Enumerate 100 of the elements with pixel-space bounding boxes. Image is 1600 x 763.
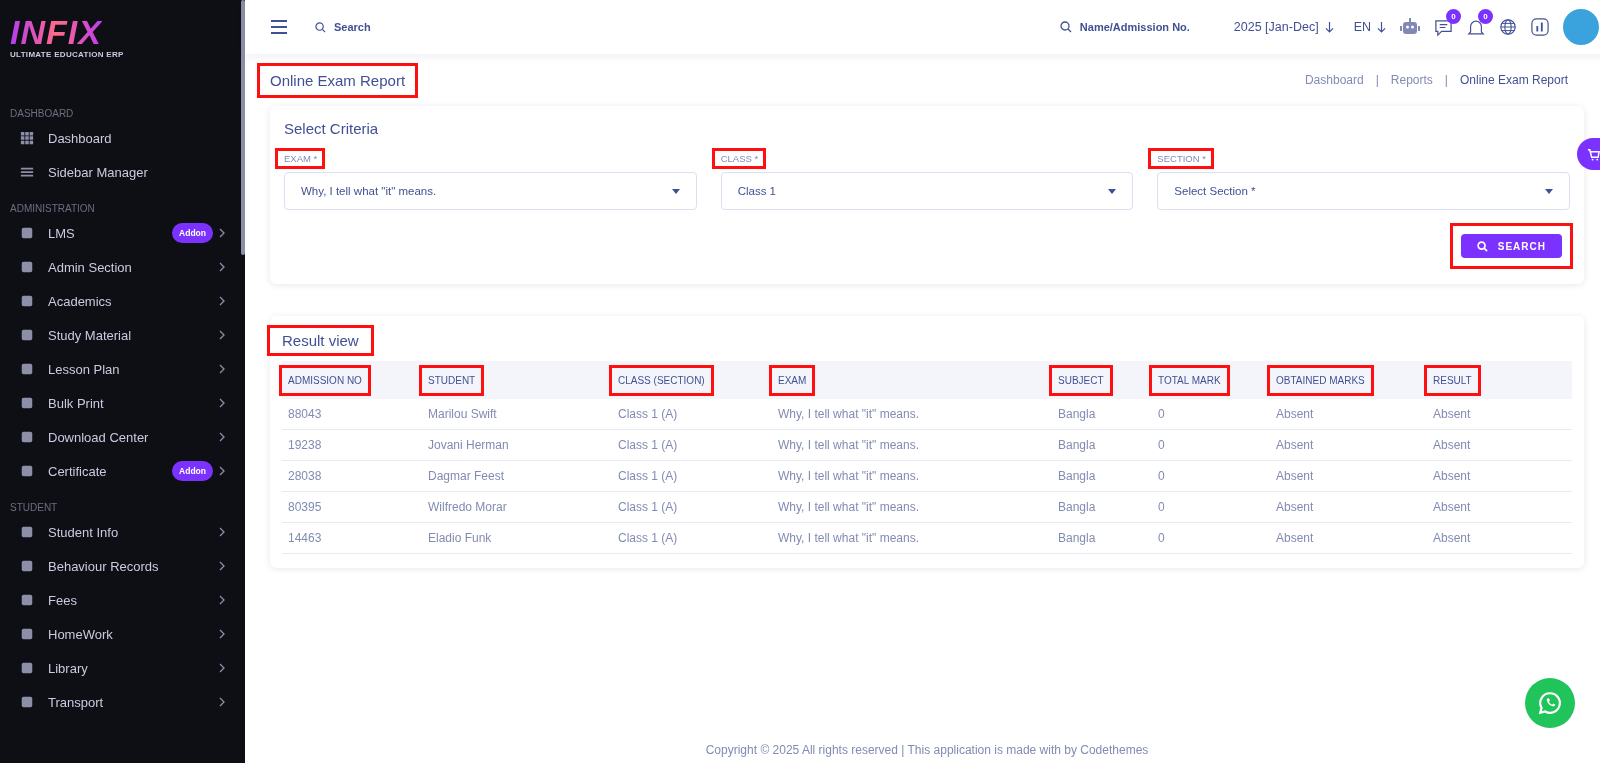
- section-heading: STUDENT: [9, 501, 59, 515]
- count-badge: 0: [1446, 8, 1461, 24]
- table-cell-text: Jovani Herman: [427, 438, 510, 452]
- breadcrumb-separator: |: [1375, 73, 1379, 87]
- table-cell-text: 28038: [287, 469, 323, 483]
- sidebar-item[interactable]: Study Material: [0, 318, 245, 352]
- table-cell-text: Absent: [1432, 438, 1472, 452]
- cart-icon: [1586, 147, 1600, 161]
- table-cell-text: Class 1 (A): [617, 500, 679, 514]
- table-cell-text: Absent: [1432, 500, 1472, 514]
- chevron-right-icon: [219, 697, 225, 707]
- search-button[interactable]: SEARCH: [1460, 234, 1562, 258]
- sidebar-item[interactable]: Lesson Plan: [0, 352, 245, 386]
- caret-icon: [671, 188, 680, 194]
- table-cell-text: Absent: [1275, 469, 1315, 483]
- table-cell-text: 80395: [287, 500, 323, 514]
- table-cell-text: Absent: [1432, 407, 1472, 421]
- sidebar-item[interactable]: Download Center: [0, 420, 245, 454]
- table-cell-text: Bangla: [1057, 500, 1097, 514]
- bar-chart-icon[interactable]: [1531, 18, 1549, 36]
- table-cell-text: Why, I tell what "it" means.: [777, 469, 920, 483]
- search-icon: [315, 21, 326, 33]
- field-label: EXAM *: [278, 151, 323, 166]
- section-heading: ADMINISTRATION: [9, 202, 96, 216]
- chevron-right-icon: [219, 561, 225, 571]
- addon-badge: Addon: [172, 461, 213, 481]
- table-cell-text: Class 1 (A): [617, 531, 679, 545]
- select-field[interactable]: Select Section *: [1157, 172, 1570, 210]
- field-label: CLASS *: [714, 151, 764, 166]
- student-search-field[interactable]: Name/Admission No.: [1077, 20, 1214, 34]
- grid-icon: [20, 131, 34, 145]
- column-header[interactable]: EXAM: [772, 367, 813, 393]
- table-cell-text: Bangla: [1057, 438, 1097, 452]
- table-cell-text: Eladio Funk: [427, 531, 493, 545]
- chevron-right-icon: [219, 262, 225, 272]
- menu-icon[interactable]: [271, 20, 287, 34]
- table-cell-text: Bangla: [1057, 531, 1097, 545]
- column-header[interactable]: OBTAINED MARKS: [1270, 367, 1371, 393]
- sidebar-item[interactable]: Admin Section: [0, 250, 245, 284]
- sidebar-item[interactable]: Academics: [0, 284, 245, 318]
- sidebar-item[interactable]: Transport: [0, 685, 245, 719]
- table-cell-text: Wilfredo Morar: [427, 500, 508, 514]
- table-cell-text: 0: [1157, 531, 1166, 545]
- select-field[interactable]: Class 1: [720, 172, 1134, 210]
- arrow-down-icon[interactable]: [1324, 21, 1334, 33]
- caret-icon: [1545, 188, 1553, 194]
- breadcrumb-link[interactable]: Dashboard: [1304, 73, 1364, 87]
- sidebar-item[interactable]: Certificate Addon: [0, 454, 245, 488]
- globe-icon[interactable]: [1499, 18, 1517, 36]
- sidebar-item[interactable]: LMS Addon: [0, 216, 245, 250]
- breadcrumb-link[interactable]: Online Exam Report: [1459, 73, 1568, 87]
- sidebar-item[interactable]: Student Info: [0, 515, 245, 549]
- addon-badge: Addon: [172, 223, 213, 243]
- chevron-right-icon: [219, 330, 225, 340]
- sidebar-item[interactable]: HomeWork: [0, 617, 245, 651]
- search-field[interactable]: Search: [332, 20, 396, 34]
- avatar[interactable]: [1563, 9, 1599, 45]
- chevron-right-icon: [219, 595, 225, 605]
- select-field[interactable]: Why, I tell what "it" means.: [284, 172, 697, 210]
- chevron-right-icon: [219, 398, 225, 408]
- table-cell-text: Bangla: [1057, 407, 1097, 421]
- table-cell-text: 19238: [287, 438, 323, 452]
- column-header[interactable]: ADMISSION NO: [282, 367, 368, 393]
- sidebar-item[interactable]: Library: [0, 651, 245, 685]
- column-header[interactable]: CLASS (SECTION): [612, 367, 711, 393]
- chevron-right-icon: [219, 364, 225, 374]
- column-header[interactable]: RESULT: [1427, 367, 1478, 393]
- language-dropdown[interactable]: EN: [1353, 20, 1371, 34]
- search-icon: [1476, 240, 1488, 252]
- table-cell-text: 0: [1157, 500, 1166, 514]
- sidebar-item[interactable]: Dashboard: [0, 121, 245, 155]
- table-cell-text: Class 1 (A): [617, 469, 679, 483]
- footer-text: Copyright © 2025 All rights reserved | This application is made with by Codethemes: [704, 743, 1150, 759]
- breadcrumb-link[interactable]: Reports: [1390, 73, 1433, 87]
- column-header[interactable]: SUBJECT: [1052, 367, 1110, 393]
- chevron-right-icon: [219, 629, 225, 639]
- sidebar-item[interactable]: Fees: [0, 583, 245, 617]
- caret-icon: [1108, 188, 1117, 194]
- list-icon: [20, 165, 34, 179]
- table-cell-text: Why, I tell what "it" means.: [777, 500, 920, 514]
- column-header[interactable]: TOTAL MARK: [1152, 367, 1227, 393]
- phone-chat-icon: [1537, 690, 1563, 716]
- table-cell-text: Absent: [1275, 407, 1315, 421]
- breadcrumb-separator: |: [1444, 73, 1448, 87]
- table-cell-text: 0: [1157, 469, 1166, 483]
- table-cell-text: Absent: [1432, 531, 1472, 545]
- session-dropdown[interactable]: 2025 [Jan-Dec]: [1233, 20, 1319, 34]
- card-title: Select Criteria: [284, 120, 380, 137]
- chat-icon[interactable]: [1434, 17, 1453, 37]
- arrow-down-icon[interactable]: [1377, 21, 1386, 33]
- table-cell-text: Marilou Swift: [427, 407, 498, 421]
- scrollbar-thumb[interactable]: [241, 0, 245, 255]
- sidebar-item[interactable]: Sidebar Manager: [0, 155, 245, 189]
- chevron-right-icon: [219, 228, 225, 238]
- sidebar-item[interactable]: Bulk Print: [0, 386, 245, 420]
- card-title: Result view: [270, 328, 371, 353]
- robot-icon[interactable]: [1400, 18, 1420, 36]
- column-header[interactable]: STUDENT: [422, 367, 482, 393]
- chevron-right-icon: [219, 527, 225, 537]
- sidebar-item[interactable]: Behaviour Records: [0, 549, 245, 583]
